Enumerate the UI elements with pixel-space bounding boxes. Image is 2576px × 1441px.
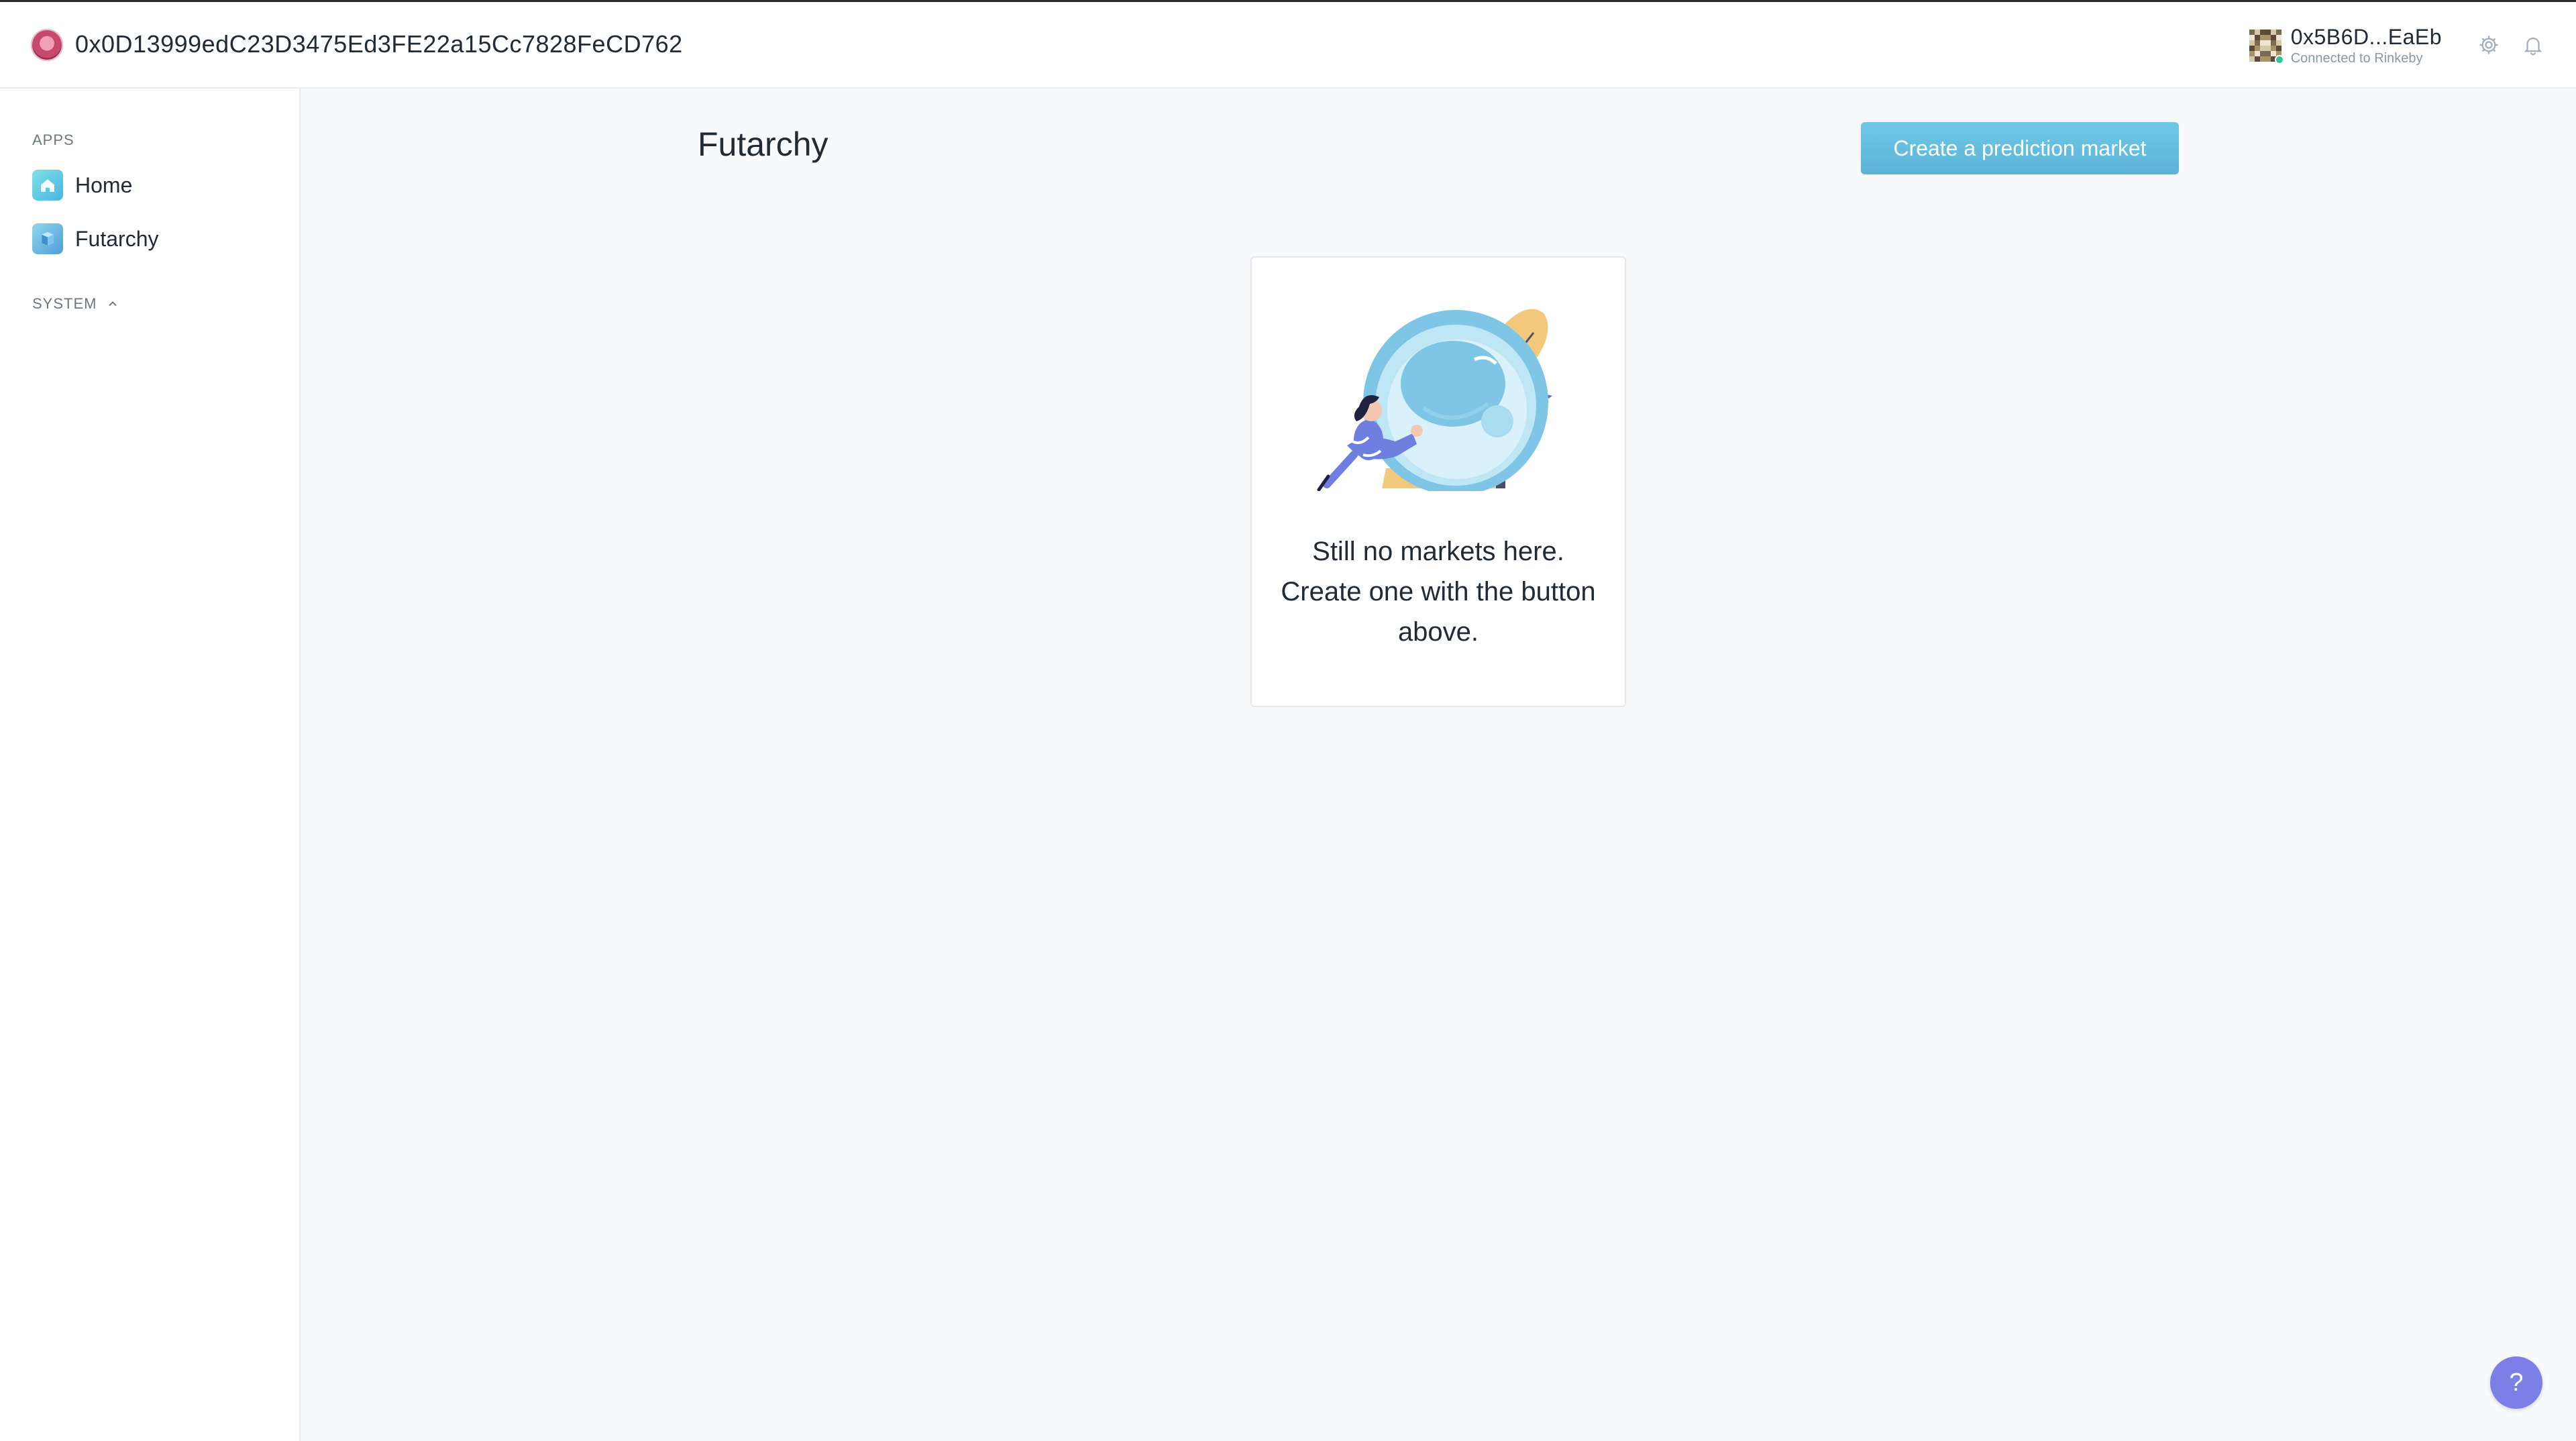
sidebar-item-futarchy[interactable]: Futarchy	[32, 223, 158, 255]
help-button[interactable]: ?	[2490, 1356, 2542, 1409]
apps-section-label: APPS	[32, 131, 74, 148]
crystal-ball-illustration	[1317, 309, 1552, 491]
account-badge[interactable]: 0x5B6D...EaEb Connected to Rinkeby	[2249, 26, 2442, 65]
settings-icon[interactable]	[2475, 32, 2502, 58]
system-section-toggle[interactable]: SYSTEM	[32, 295, 119, 313]
sidebar: APPS Home Futarchy SYSTEM	[0, 89, 301, 1441]
sidebar-item-label: Home	[75, 172, 133, 197]
account-identicon	[2249, 30, 2284, 64]
org-address[interactable]: 0x0D13999edC23D3475Ed3FE22a15Cc7828FeCD7…	[75, 30, 683, 58]
org-avatar[interactable]	[31, 29, 63, 61]
top-header: 0x0D13999edC23D3475Ed3FE22a15Cc7828FeCD7…	[0, 0, 2576, 89]
futarchy-icon	[32, 223, 63, 254]
sidebar-item-home[interactable]: Home	[32, 169, 132, 201]
chevron-up-icon	[109, 301, 117, 307]
online-status-dot	[2274, 55, 2284, 64]
sidebar-item-label: Futarchy	[75, 226, 159, 251]
create-prediction-market-button[interactable]: Create a prediction market	[1861, 122, 2179, 174]
empty-state-card: Still no markets here. Create one with t…	[1250, 256, 1626, 707]
network-status: Connected to Rinkeby	[2290, 51, 2423, 66]
page-title: Futarchy	[698, 125, 828, 163]
account-address: 0x5B6D...EaEb	[2290, 25, 2442, 49]
system-section-label: SYSTEM	[32, 295, 97, 312]
home-icon	[32, 170, 63, 201]
empty-state-message: Still no markets here. Create one with t…	[1281, 537, 1596, 647]
bell-icon[interactable]	[2520, 32, 2546, 58]
